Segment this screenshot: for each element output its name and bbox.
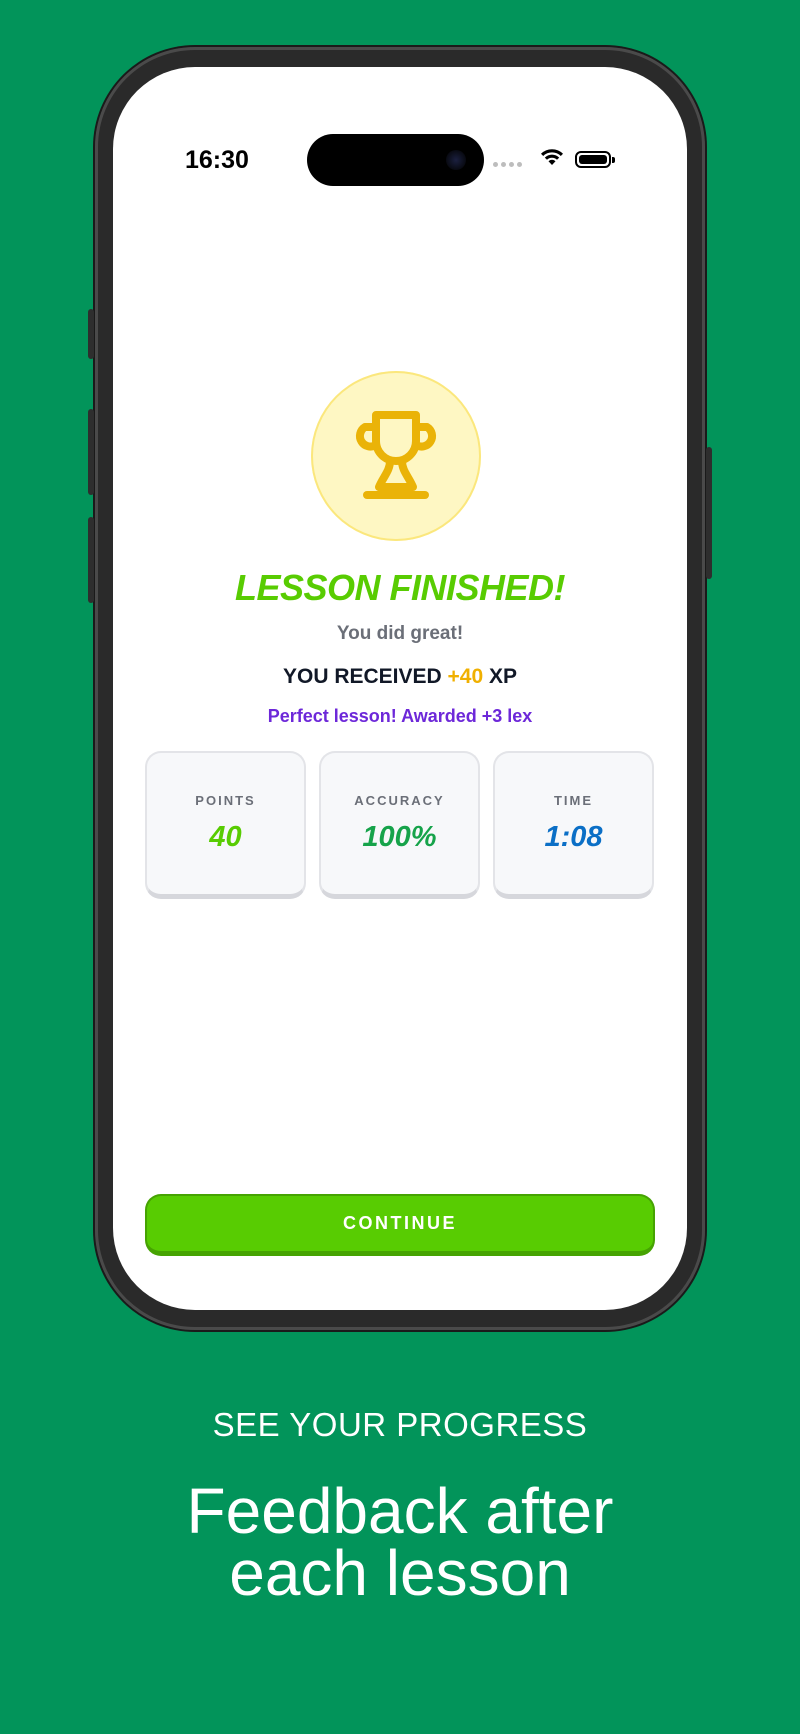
continue-button[interactable]: CONTINUE (145, 1194, 655, 1256)
promo-title-line1: Feedback after (186, 1475, 614, 1547)
stat-label: ACCURACY (354, 793, 445, 808)
stat-value: 40 (209, 821, 242, 853)
volume-down-button (88, 517, 94, 603)
dynamic-island (307, 134, 484, 186)
promo-title-line2: each lesson (229, 1537, 571, 1609)
battery-icon (575, 151, 615, 168)
xp-amount: +40 (447, 665, 484, 688)
stat-label: POINTS (195, 793, 256, 808)
wifi-icon (541, 149, 563, 165)
stat-card-time: TIME 1:08 (493, 751, 654, 899)
status-icons (493, 147, 615, 173)
lesson-finished-heading: LESSON FINISHED! (234, 567, 566, 608)
stat-card-points: POINTS 40 (145, 751, 306, 899)
volume-up-button (88, 409, 94, 495)
trophy-icon (355, 411, 437, 499)
camera-icon (446, 150, 466, 170)
xp-received-text: YOU RECEIVED +40 XP (113, 665, 687, 689)
phone-frame: 16:30 LESSON FINISHED! You did great! YO (88, 47, 712, 1330)
trophy-badge (311, 371, 481, 541)
stats-row: POINTS 40 ACCURACY 100% TIME 1:08 (145, 751, 655, 901)
stat-card-accuracy: ACCURACY 100% (319, 751, 480, 899)
power-button (706, 447, 712, 579)
action-button (88, 309, 94, 359)
signal-icon (493, 162, 522, 167)
xp-suffix: XP (489, 665, 518, 688)
promo-title: Feedback after each lesson (0, 1475, 800, 1609)
xp-prefix: YOU RECEIVED (282, 665, 442, 688)
promo-kicker: SEE YOUR PROGRESS (212, 1406, 588, 1443)
perfect-lesson-bonus: Perfect lesson! Awarded +3 lex (267, 706, 533, 726)
stat-value: 1:08 (544, 821, 603, 853)
phone-screen: 16:30 LESSON FINISHED! You did great! YO (113, 67, 687, 1310)
stat-label: TIME (553, 793, 594, 808)
stat-value: 100% (362, 821, 437, 853)
encouragement-text: You did great! (336, 623, 464, 644)
status-time: 16:30 (185, 146, 249, 174)
